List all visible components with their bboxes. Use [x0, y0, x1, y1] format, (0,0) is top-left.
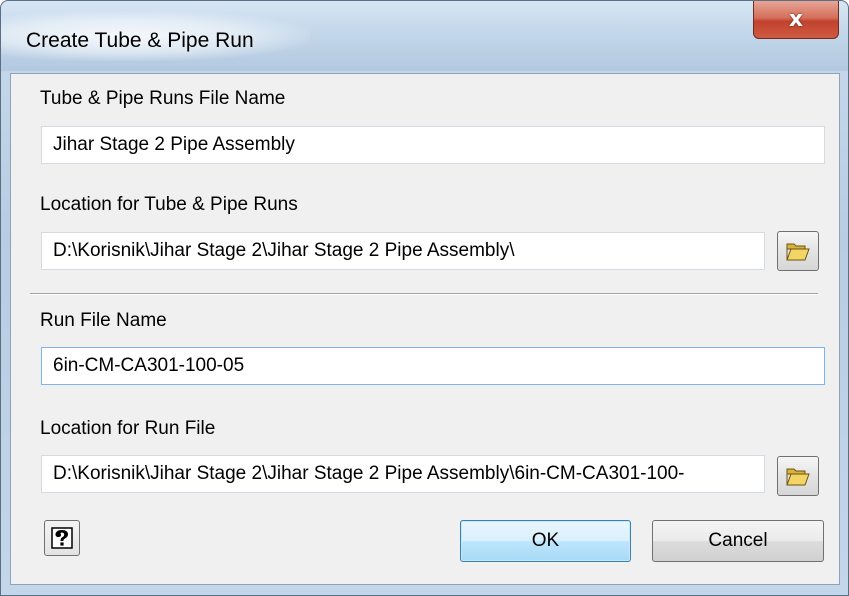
- runs-location-browse-button[interactable]: [777, 231, 819, 271]
- help-button[interactable]: [44, 520, 80, 556]
- section-separator: [30, 293, 818, 295]
- cancel-button[interactable]: Cancel: [652, 520, 824, 562]
- run-file-name-input[interactable]: 6in-CM-CA301-100-05: [41, 347, 825, 385]
- runs-file-name-input[interactable]: Jihar Stage 2 Pipe Assembly: [41, 126, 825, 164]
- help-question-icon: [51, 527, 73, 549]
- runs-location-input[interactable]: D:\Korisnik\Jihar Stage 2\Jihar Stage 2 …: [41, 232, 765, 270]
- run-location-browse-button[interactable]: [777, 456, 819, 496]
- run-location-label: Location for Run File: [40, 418, 216, 439]
- folder-open-icon: [786, 243, 810, 261]
- runs-file-name-label: Tube & Pipe Runs File Name: [40, 88, 286, 109]
- runs-location-label: Location for Tube & Pipe Runs: [40, 194, 298, 215]
- title-bar[interactable]: Create Tube & Pipe Run x: [1, 1, 848, 71]
- folder-open-icon: [786, 468, 810, 486]
- run-file-name-label: Run File Name: [40, 310, 167, 331]
- close-icon: x: [788, 7, 804, 32]
- run-location-input[interactable]: D:\Korisnik\Jihar Stage 2\Jihar Stage 2 …: [41, 455, 765, 493]
- close-button[interactable]: x: [753, 1, 839, 39]
- dialog-title: Create Tube & Pipe Run: [26, 29, 254, 52]
- ok-button[interactable]: OK: [460, 520, 631, 562]
